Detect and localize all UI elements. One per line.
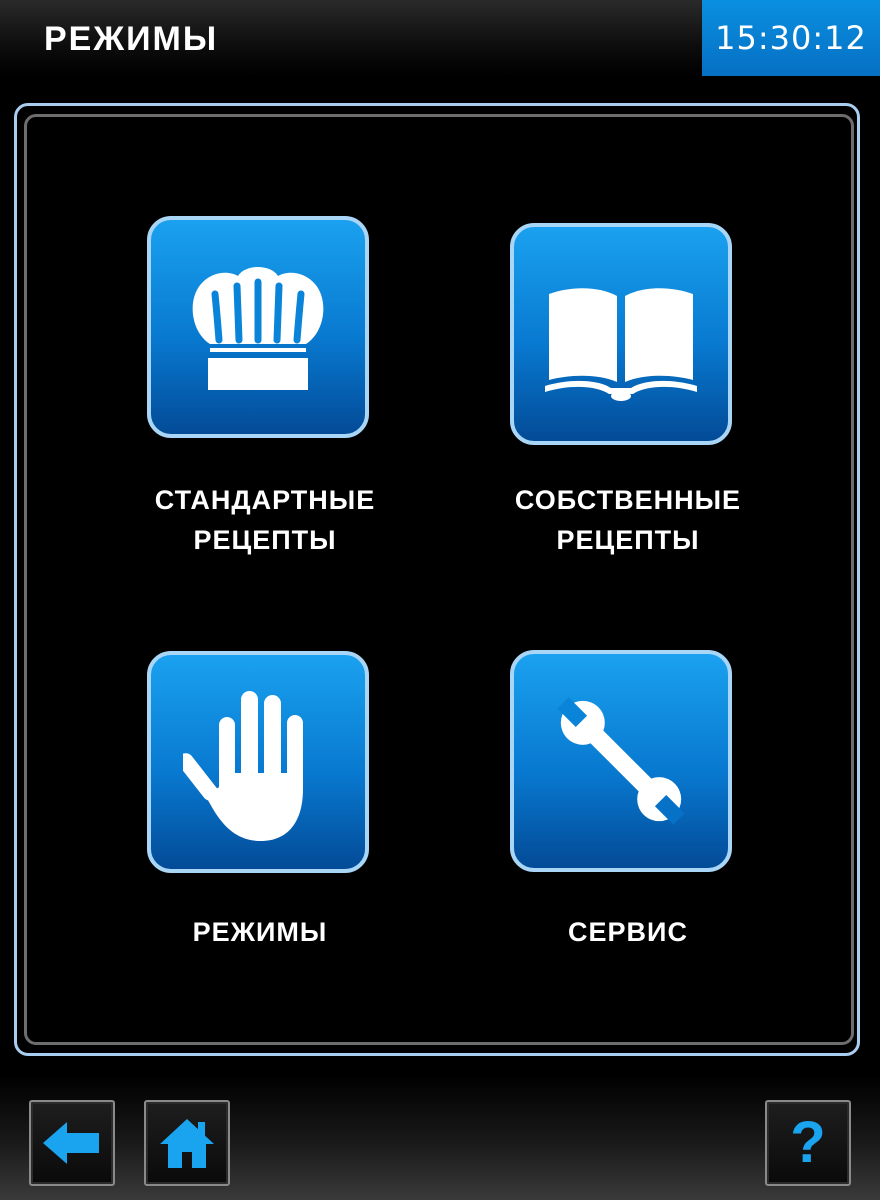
standard-recipes-label-line2: РЕЦЕПТЫ	[193, 525, 337, 555]
help-icon: ?	[790, 1110, 826, 1175]
modes-label[interactable]: РЕЖИМЫ	[110, 912, 410, 952]
standard-recipes-button[interactable]	[147, 216, 369, 438]
help-button[interactable]: ?	[765, 1100, 851, 1186]
modes-label-line1: РЕЖИМЫ	[192, 917, 328, 947]
standard-recipes-label[interactable]: СТАНДАРТНЫЕ РЕЦЕПТЫ	[115, 480, 415, 560]
home-button[interactable]	[144, 1100, 230, 1186]
header-bar: РЕЖИМЫ 15:30:12	[0, 0, 880, 76]
modes-button[interactable]	[147, 651, 369, 873]
wrench-icon	[557, 697, 685, 825]
standard-recipes-label-line1: СТАНДАРТНЫЕ	[154, 485, 376, 515]
back-button[interactable]	[29, 1100, 115, 1186]
chef-hat-icon	[192, 267, 324, 390]
page-title: РЕЖИМЫ	[44, 20, 219, 58]
service-label[interactable]: СЕРВИС	[478, 912, 778, 952]
own-recipes-button[interactable]	[510, 223, 732, 445]
service-label-line1: СЕРВИС	[568, 917, 688, 947]
home-icon	[160, 1119, 214, 1168]
own-recipes-label-line1: СОБСТВЕННЫЕ	[514, 485, 742, 515]
own-recipes-label[interactable]: СОБСТВЕННЫЕ РЕЦЕПТЫ	[478, 480, 778, 560]
own-recipes-label-line2: РЕЦЕПТЫ	[556, 525, 700, 555]
clock-display: 15:30:12	[702, 0, 880, 76]
back-arrow-icon	[43, 1122, 99, 1164]
hand-icon	[183, 691, 303, 841]
service-button[interactable]	[510, 650, 732, 872]
footer-bar	[0, 1076, 880, 1200]
open-book-icon	[545, 288, 697, 401]
